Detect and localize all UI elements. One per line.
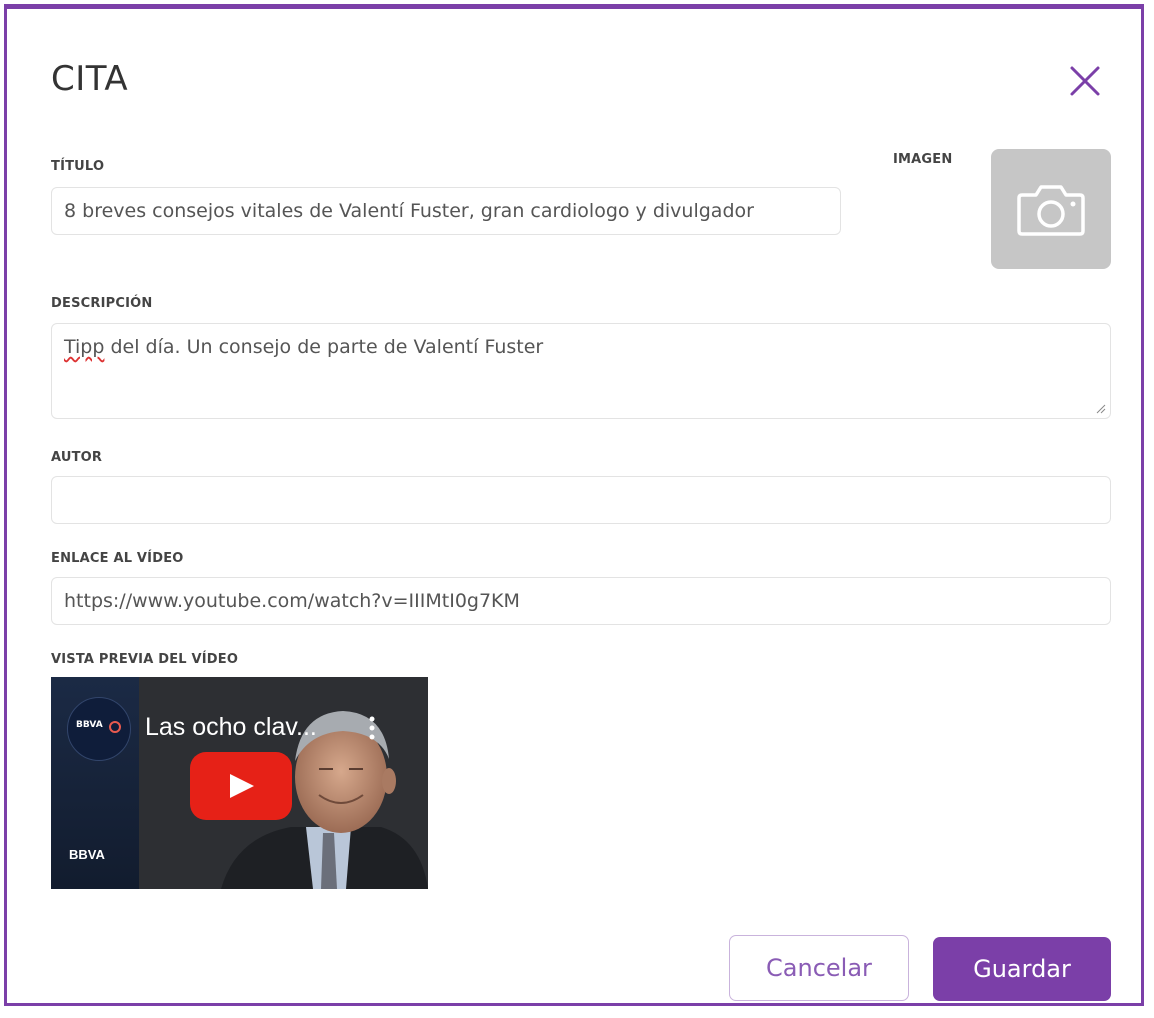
channel-watermark: BBVA [69, 847, 105, 862]
channel-avatar[interactable]: BBVA [67, 697, 131, 761]
descripcion-value: Tipp del día. Un consejo de parte de Val… [64, 336, 543, 358]
autor-input[interactable] [51, 476, 1111, 524]
enlace-value: https://www.youtube.com/watch?v=IIIMtI0g… [64, 590, 520, 612]
image-upload-button[interactable] [991, 149, 1111, 269]
descripcion-label: DESCRIPCIÓN [51, 296, 153, 311]
cita-dialog: CITA TÍTULO 8 breves consejos vitales de… [4, 4, 1144, 1006]
video-title: Las ocho clav... [145, 713, 317, 741]
close-icon [1070, 66, 1100, 96]
camera-icon [1017, 185, 1085, 236]
dialog-title: CITA [51, 59, 129, 99]
save-button[interactable]: Guardar [933, 937, 1111, 1001]
titulo-input[interactable]: 8 breves consejos vitales de Valentí Fus… [51, 187, 841, 235]
play-icon [230, 774, 254, 798]
video-preview[interactable]: BBVA Las ocho clav... BBVA [51, 677, 428, 889]
descripcion-textarea[interactable]: Tipp del día. Un consejo de parte de Val… [51, 323, 1111, 419]
enlace-label: ENLACE AL VÍDEO [51, 551, 184, 566]
imagen-label: IMAGEN [893, 152, 953, 167]
titulo-label: TÍTULO [51, 159, 105, 174]
cancel-button[interactable]: Cancelar [729, 935, 909, 1001]
enlace-input[interactable]: https://www.youtube.com/watch?v=IIIMtI0g… [51, 577, 1111, 625]
close-button[interactable] [1065, 61, 1105, 101]
play-button[interactable] [190, 752, 292, 820]
descripcion-rest: del día. Un consejo de parte de Valentí … [104, 336, 544, 358]
resize-handle-icon[interactable] [1096, 404, 1106, 414]
autor-label: AUTOR [51, 450, 103, 465]
misspelled-word: Tipp [64, 336, 105, 358]
channel-logo-ring-icon [109, 721, 121, 733]
titulo-value: 8 breves consejos vitales de Valentí Fus… [64, 200, 754, 222]
more-vertical-icon[interactable] [367, 715, 377, 741]
channel-avatar-text: BBVA [76, 720, 103, 730]
vista-previa-label: VISTA PREVIA DEL VÍDEO [51, 652, 239, 667]
